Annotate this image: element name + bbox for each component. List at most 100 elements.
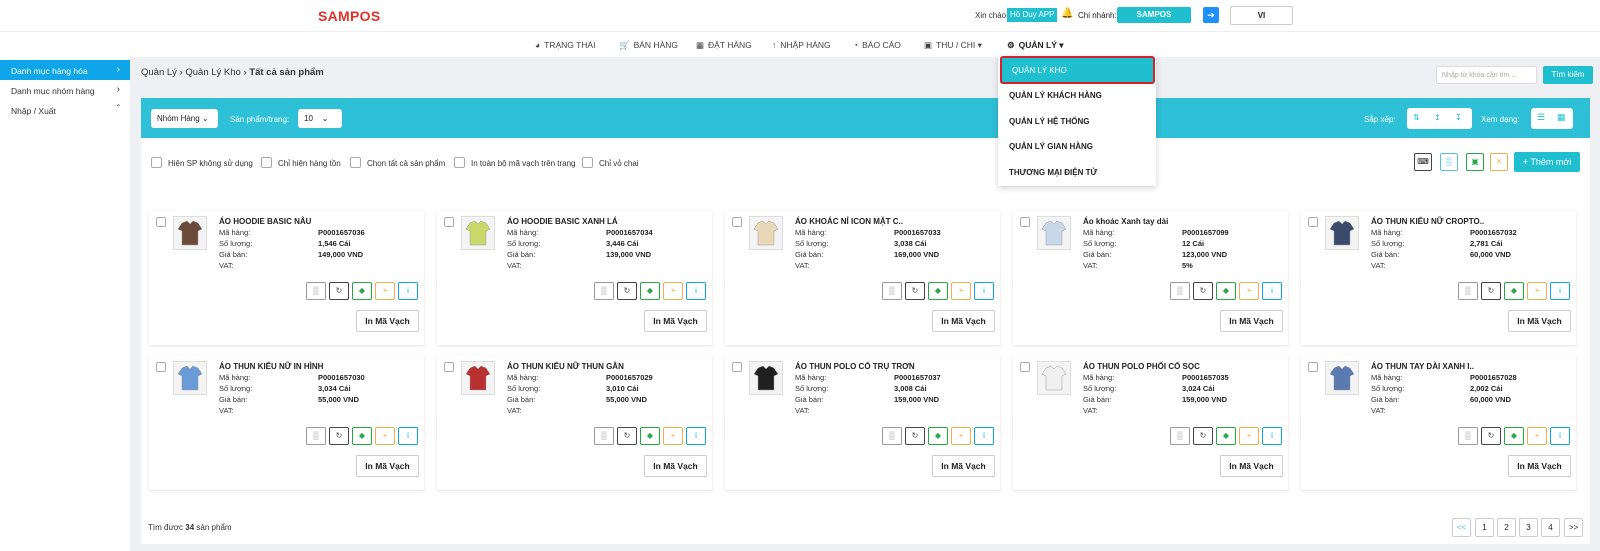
tag-button[interactable]: ◆ (1504, 282, 1524, 300)
nav-nhap-hang[interactable]: ↑ NHẬP HÀNG (772, 40, 831, 50)
info-button[interactable]: i (974, 427, 994, 445)
product-card[interactable]: ÁO HOODIE BASIC XANH LÁ Mã hàng: P00016570… (437, 211, 712, 345)
sort-desc-icon[interactable]: ↧ (1455, 113, 1462, 122)
search-button[interactable]: Tìm kiếm (1543, 66, 1593, 84)
product-card[interactable]: ÁO THUN POLO CỔ TRỤ TRƠN Mã hàng: P0001657… (725, 356, 1000, 490)
menu-item-quan-ly-kho[interactable]: QUẢN LÝ KHO (1000, 56, 1155, 84)
print-barcode-button[interactable]: In Mã Vạch (1220, 455, 1283, 477)
tag-button[interactable]: ◆ (1216, 282, 1236, 300)
menu-item-quan-ly-khach-hang[interactable]: QUẢN LÝ KHÁCH HÀNG (1009, 91, 1102, 100)
logout-button[interactable]: ➜ (1203, 7, 1219, 23)
product-checkbox[interactable] (156, 362, 166, 372)
print-barcode-button[interactable]: In Mã Vạch (932, 310, 995, 332)
barcode-action-button[interactable]: ▒ (306, 427, 326, 445)
search-input[interactable]: Nhập từ khóa cần tìm ... (1436, 66, 1537, 84)
barcode-action-button[interactable]: ▒ (594, 282, 614, 300)
print-barcode-button[interactable]: In Mã Vạch (1508, 310, 1571, 332)
product-checkbox[interactable] (1020, 362, 1030, 372)
refresh-button[interactable]: ↻ (1193, 282, 1213, 300)
product-card[interactable]: ÁO KHOÁC NỈ ICON MẶT C.. Mã hàng: P0001657… (725, 211, 1000, 345)
shuffle-button[interactable]: ⨯ (1490, 153, 1508, 171)
product-checkbox[interactable] (732, 217, 742, 227)
barcode-scan-button[interactable]: ▒ (1440, 153, 1458, 171)
list-view-icon[interactable]: ☰ (1537, 112, 1545, 123)
excel-button[interactable]: ▣ (1466, 153, 1484, 171)
product-checkbox[interactable] (732, 362, 742, 372)
add-stock-button[interactable]: + (1527, 282, 1547, 300)
product-card[interactable]: Áo khoác Xanh tay dài Mã hàng: P0001657099… (1013, 211, 1288, 345)
product-card[interactable]: ÁO THUN POLO PHỐI CỔ SỌC Mã hàng: P0001657… (1013, 356, 1288, 490)
barcode-action-button[interactable]: ▒ (882, 427, 902, 445)
nav-trang-thai[interactable]: ◕ TRẠNG THÁI (535, 40, 595, 50)
tag-button[interactable]: ◆ (928, 282, 948, 300)
refresh-button[interactable]: ↻ (329, 427, 349, 445)
info-button[interactable]: i (1262, 427, 1282, 445)
sidebar-item-nhap-xuat[interactable]: Nhập / Xuất ˆ (0, 100, 130, 120)
barcode-action-button[interactable]: ▒ (1170, 282, 1190, 300)
barcode-action-button[interactable]: ▒ (1170, 427, 1190, 445)
print-barcode-button[interactable]: In Mã Vạch (644, 310, 707, 332)
menu-item-quan-ly-he-thong[interactable]: QUẢN LÝ HỆ THỐNG (1009, 117, 1089, 126)
info-button[interactable]: i (974, 282, 994, 300)
info-button[interactable]: i (398, 427, 418, 445)
add-stock-button[interactable]: + (1239, 427, 1259, 445)
add-stock-button[interactable]: + (951, 282, 971, 300)
refresh-button[interactable]: ↻ (1193, 427, 1213, 445)
tag-button[interactable]: ◆ (352, 282, 372, 300)
product-checkbox[interactable] (444, 362, 454, 372)
refresh-button[interactable]: ↻ (1481, 282, 1501, 300)
page-4[interactable]: 4 (1541, 518, 1560, 537)
sort-asc-icon[interactable]: ↥ (1434, 113, 1441, 122)
product-card[interactable]: ÁO THUN KIỂU NỮ THUN GÂN Mã hàng: P0001657… (437, 356, 712, 490)
page-first[interactable]: << (1452, 518, 1471, 537)
print-barcode-button[interactable]: In Mã Vạch (356, 310, 419, 332)
refresh-button[interactable]: ↻ (617, 427, 637, 445)
print-barcode-button[interactable]: In Mã Vạch (932, 455, 995, 477)
product-card[interactable]: ÁO THUN KIỂU NỮ CROPTO.. Mã hàng: P0001657… (1301, 211, 1576, 345)
grid-view-icon[interactable]: ▦ (1557, 112, 1566, 123)
info-button[interactable]: i (1550, 427, 1570, 445)
add-stock-button[interactable]: + (1527, 427, 1547, 445)
barcode-action-button[interactable]: ▒ (306, 282, 326, 300)
tag-button[interactable]: ◆ (352, 427, 372, 445)
product-checkbox[interactable] (1308, 362, 1318, 372)
info-button[interactable]: i (686, 282, 706, 300)
info-button[interactable]: i (1262, 282, 1282, 300)
refresh-button[interactable]: ↻ (1481, 427, 1501, 445)
product-card[interactable]: ÁO THUN KIỂU NỮ IN HÌNH Mã hàng: P00016570… (149, 356, 424, 490)
print-barcode-button[interactable]: In Mã Vạch (356, 455, 419, 477)
product-checkbox[interactable] (156, 217, 166, 227)
add-stock-button[interactable]: + (375, 427, 395, 445)
checkbox-in-toan-bo[interactable] (454, 157, 465, 168)
nav-bao-cao[interactable]: ◔ BÁO CÁO (853, 40, 901, 50)
nav-quan-ly[interactable]: ⚙ QUẢN LÝ ▾ (1007, 40, 1064, 51)
add-stock-button[interactable]: + (663, 282, 683, 300)
info-button[interactable]: i (398, 282, 418, 300)
tag-button[interactable]: ◆ (1504, 427, 1524, 445)
add-stock-button[interactable]: + (375, 282, 395, 300)
page-last[interactable]: >> (1564, 518, 1583, 537)
page-1[interactable]: 1 (1475, 518, 1494, 537)
product-card[interactable]: ÁO HOODIE BASIC NÂU Mã hàng: P0001657036 Số… (149, 211, 424, 345)
checkbox-hang-ton[interactable] (261, 157, 272, 168)
add-new-button[interactable]: + Thêm mới (1514, 152, 1580, 172)
language-select[interactable]: VI (1230, 6, 1293, 25)
print-barcode-button[interactable]: In Mã Vạch (644, 455, 707, 477)
refresh-button[interactable]: ↻ (905, 282, 925, 300)
branch-select[interactable]: SAMPOS (1117, 7, 1191, 23)
add-stock-button[interactable]: + (663, 427, 683, 445)
checkbox-chon-tat-ca[interactable] (350, 157, 361, 168)
sidebar-item-danh-muc-hang-hoa[interactable]: Danh mục hàng hóa › (0, 60, 130, 80)
group-select[interactable]: Nhóm Hàng ⌄ (151, 109, 218, 128)
info-button[interactable]: i (1550, 282, 1570, 300)
refresh-button[interactable]: ↻ (905, 427, 925, 445)
checkbox-vo-chai[interactable] (582, 157, 593, 168)
nav-dat-hang[interactable]: ▦ ĐẶT HÀNG (696, 40, 752, 51)
add-stock-button[interactable]: + (951, 427, 971, 445)
page-2[interactable]: 2 (1497, 518, 1516, 537)
barcode-action-button[interactable]: ▒ (594, 427, 614, 445)
bell-icon[interactable]: 🔔 (1061, 8, 1073, 19)
product-card[interactable]: ÁO THUN TAY DÀI XANH I.. Mã hàng: P0001657… (1301, 356, 1576, 490)
user-badge[interactable]: Hồ Duy APP (1007, 8, 1058, 22)
perpage-select[interactable]: 10 ⌄ (298, 109, 342, 128)
